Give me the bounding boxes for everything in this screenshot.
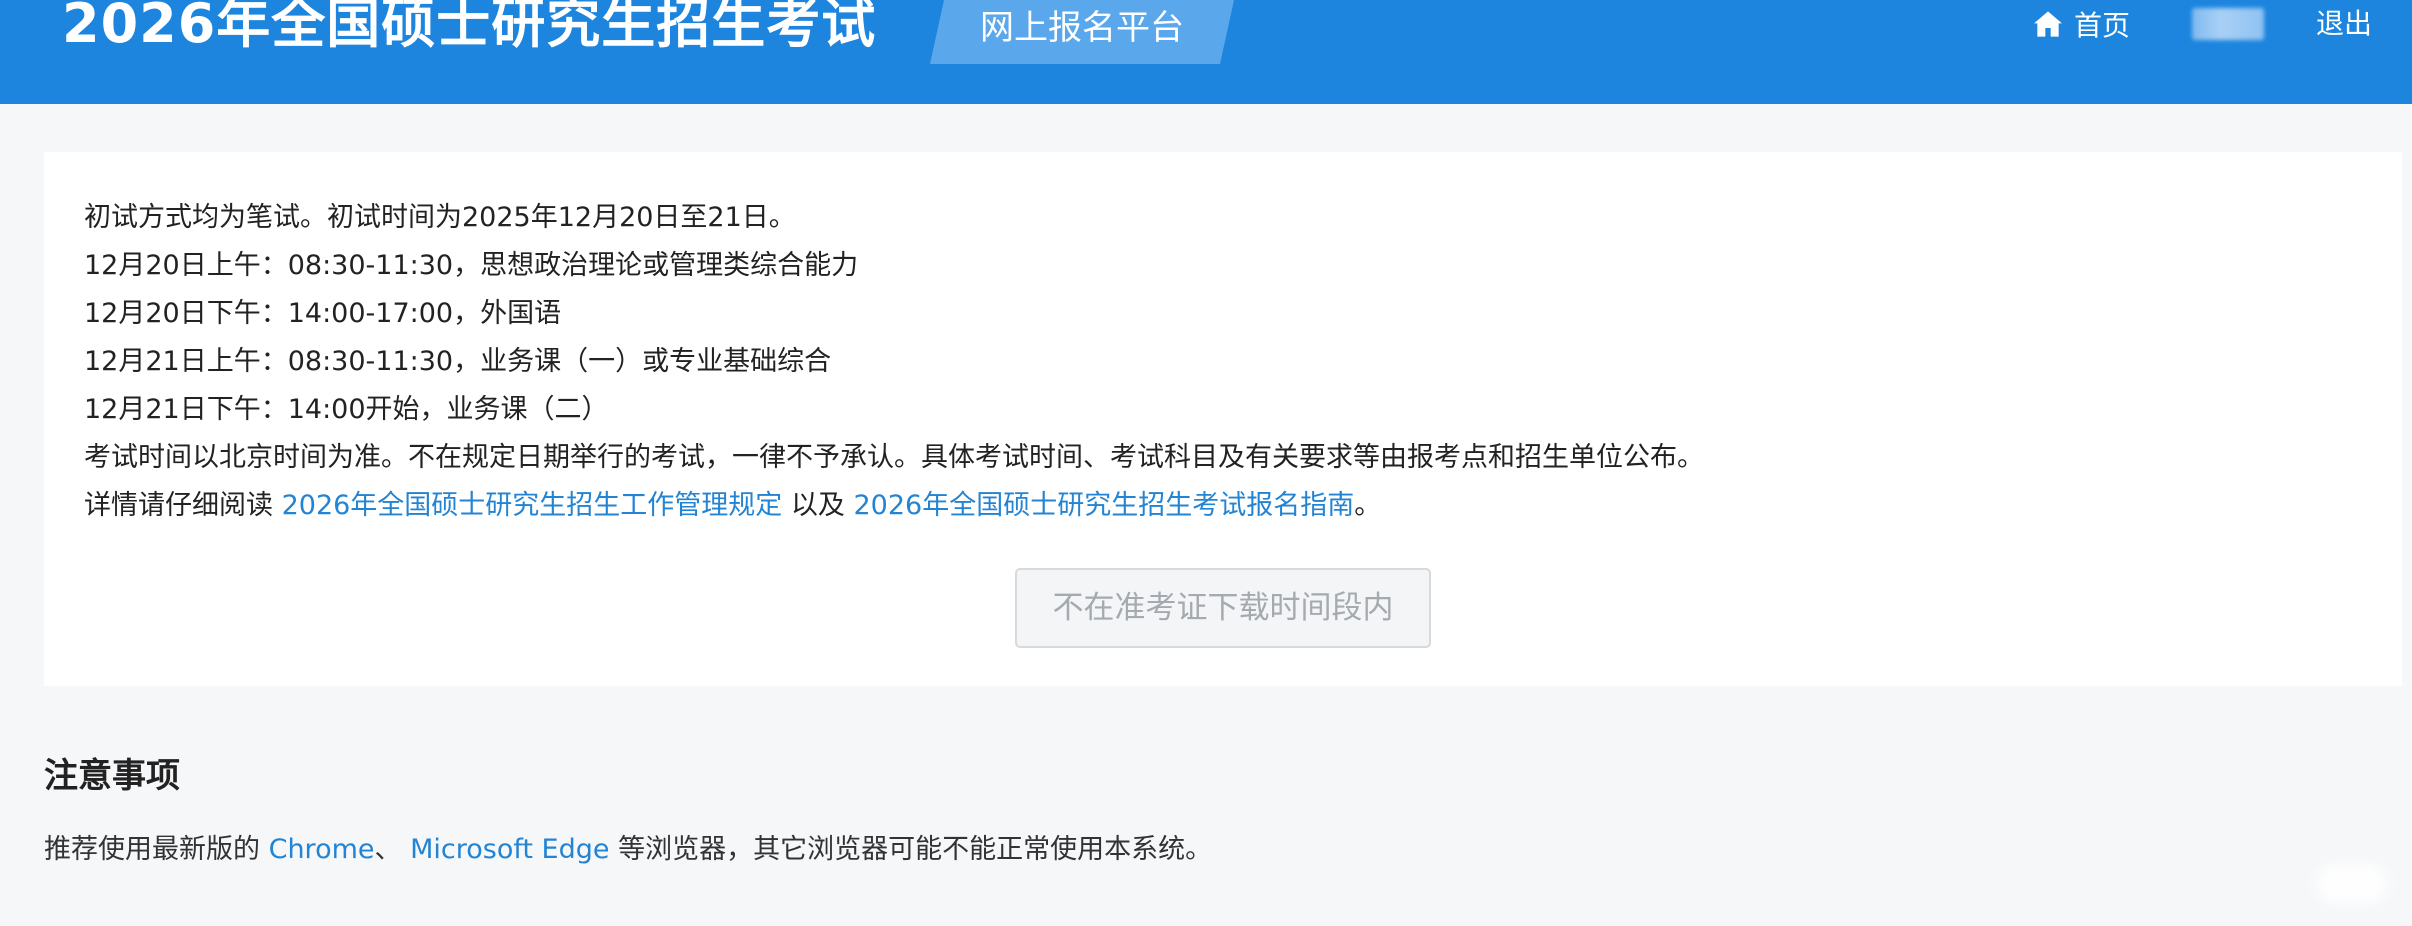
exam-info-line: 12月21日上午：08:30-11:30，业务课（一）或专业基础综合 [84, 346, 832, 377]
home-link[interactable]: 首页 [2032, 4, 2130, 44]
user-name-blurred [2192, 8, 2264, 40]
guide-line: 详情请仔细阅读 2026年全国硕士研究生招生工作管理规定 以及 2026年全国硕… [84, 482, 2364, 530]
platform-tag: 网上报名平台 [930, 0, 1234, 64]
exam-info-text: 初试方式均为笔试。初试时间为2025年12月20日至21日。 12月20日上午：… [84, 194, 2364, 530]
notice-title: 注意事项 [44, 756, 180, 796]
notice-text: 推荐使用最新版的 Chrome、 Microsoft Edge 等浏览器，其它浏… [44, 828, 1212, 872]
exam-info-line: 初试方式均为笔试。初试时间为2025年12月20日至21日。 [84, 202, 796, 233]
notice-separator: 、 [374, 834, 411, 865]
floating-widget [2316, 864, 2388, 904]
exam-info-line: 12月20日下午：14:00-17:00，外国语 [84, 298, 562, 329]
notice-prefix: 推荐使用最新版的 [44, 834, 269, 865]
platform-label: 网上报名平台 [980, 8, 1184, 48]
chrome-link[interactable]: Chrome [269, 834, 375, 865]
exam-info-line: 12月21日下午：14:00开始，业务课（二） [84, 394, 609, 425]
exam-info-line: 12月20日上午：08:30-11:30，思想政治理论或管理类综合能力 [84, 250, 859, 281]
registration-guide-link[interactable]: 2026年全国硕士研究生招生考试报名指南 [853, 490, 1354, 521]
notice-suffix: 等浏览器，其它浏览器可能不能正常使用本系统。 [609, 834, 1213, 865]
guide-middle: 以及 [782, 490, 854, 521]
edge-link[interactable]: Microsoft Edge [410, 834, 609, 865]
guide-suffix: 。 [1354, 490, 1382, 521]
admission-ticket-download-button[interactable]: 不在准考证下载时间段内 [1015, 568, 1431, 648]
site-title: 2026年全国硕士研究生招生考试 [62, 0, 877, 55]
regulation-link[interactable]: 2026年全国硕士研究生招生工作管理规定 [282, 490, 783, 521]
guide-prefix: 详情请仔细阅读 [84, 490, 282, 521]
exam-info-line: 考试时间以北京时间为准。不在规定日期举行的考试，一律不予承认。具体考试时间、考试… [84, 442, 1704, 473]
home-icon [2034, 11, 2062, 37]
logout-link[interactable]: 退出 [2316, 4, 2372, 44]
top-header-bar: 2026年全国硕士研究生招生考试 网上报名平台 首页 退出 [0, 0, 2412, 104]
exam-info-card: 初试方式均为笔试。初试时间为2025年12月20日至21日。 12月20日上午：… [44, 152, 2402, 686]
home-label: 首页 [2074, 9, 2131, 42]
